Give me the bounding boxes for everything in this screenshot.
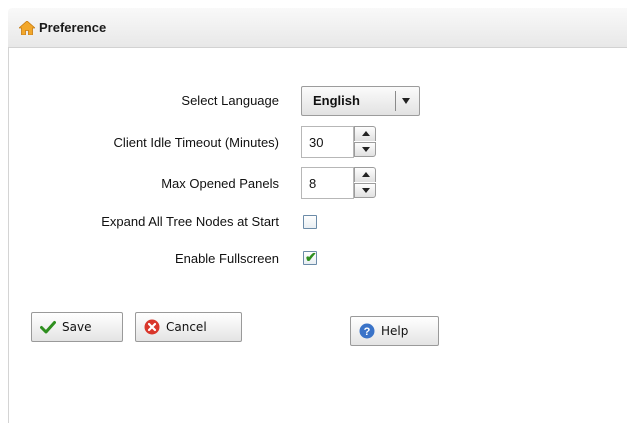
language-select[interactable]: English (301, 86, 420, 116)
arrow-down-icon (362, 188, 370, 193)
chevron-down-icon[interactable] (402, 98, 410, 104)
decrement-button[interactable] (354, 142, 376, 157)
help-button[interactable]: ? Help (350, 316, 439, 346)
max-panels-label: Max Opened Panels (161, 176, 279, 191)
max-panels-spinner (301, 167, 383, 199)
idle-timeout-stepper (354, 126, 377, 158)
max-panels-stepper (354, 167, 377, 199)
idle-timeout-input[interactable] (301, 126, 354, 158)
select-divider (395, 91, 396, 111)
expand-tree-label: Expand All Tree Nodes at Start (101, 214, 279, 229)
cancel-button[interactable]: Cancel (135, 312, 242, 342)
help-icon: ? (359, 323, 375, 339)
arrow-up-icon (362, 131, 370, 136)
checkmark-icon: ✔ (305, 249, 317, 265)
decrement-button[interactable] (354, 183, 376, 198)
panel-title: Preference (39, 20, 107, 35)
idle-timeout-label: Client Idle Timeout (Minutes) (113, 135, 279, 150)
cancel-icon (144, 319, 160, 335)
panel-left-border (8, 20, 9, 423)
language-label: Select Language (181, 93, 279, 108)
fullscreen-label: Enable Fullscreen (174, 251, 279, 266)
idle-timeout-spinner (301, 126, 383, 158)
home-icon (19, 21, 35, 35)
svg-text:?: ? (364, 326, 371, 338)
panel-header: Preference (8, 8, 627, 48)
language-select-value: English (313, 93, 360, 108)
fullscreen-checkbox[interactable]: ✔ (303, 249, 317, 265)
preference-panel: Preference Select Language English Clien… (8, 8, 627, 423)
arrow-up-icon (362, 172, 370, 177)
help-button-label: Help (381, 324, 409, 338)
checkmark-icon (40, 321, 56, 334)
expand-tree-checkbox[interactable] (303, 215, 317, 229)
increment-button[interactable] (354, 126, 376, 141)
save-button-label: Save (62, 320, 92, 334)
save-button[interactable]: Save (31, 312, 123, 342)
arrow-down-icon (362, 147, 370, 152)
max-panels-input[interactable] (301, 167, 354, 199)
cancel-button-label: Cancel (166, 320, 207, 334)
increment-button[interactable] (354, 167, 376, 182)
